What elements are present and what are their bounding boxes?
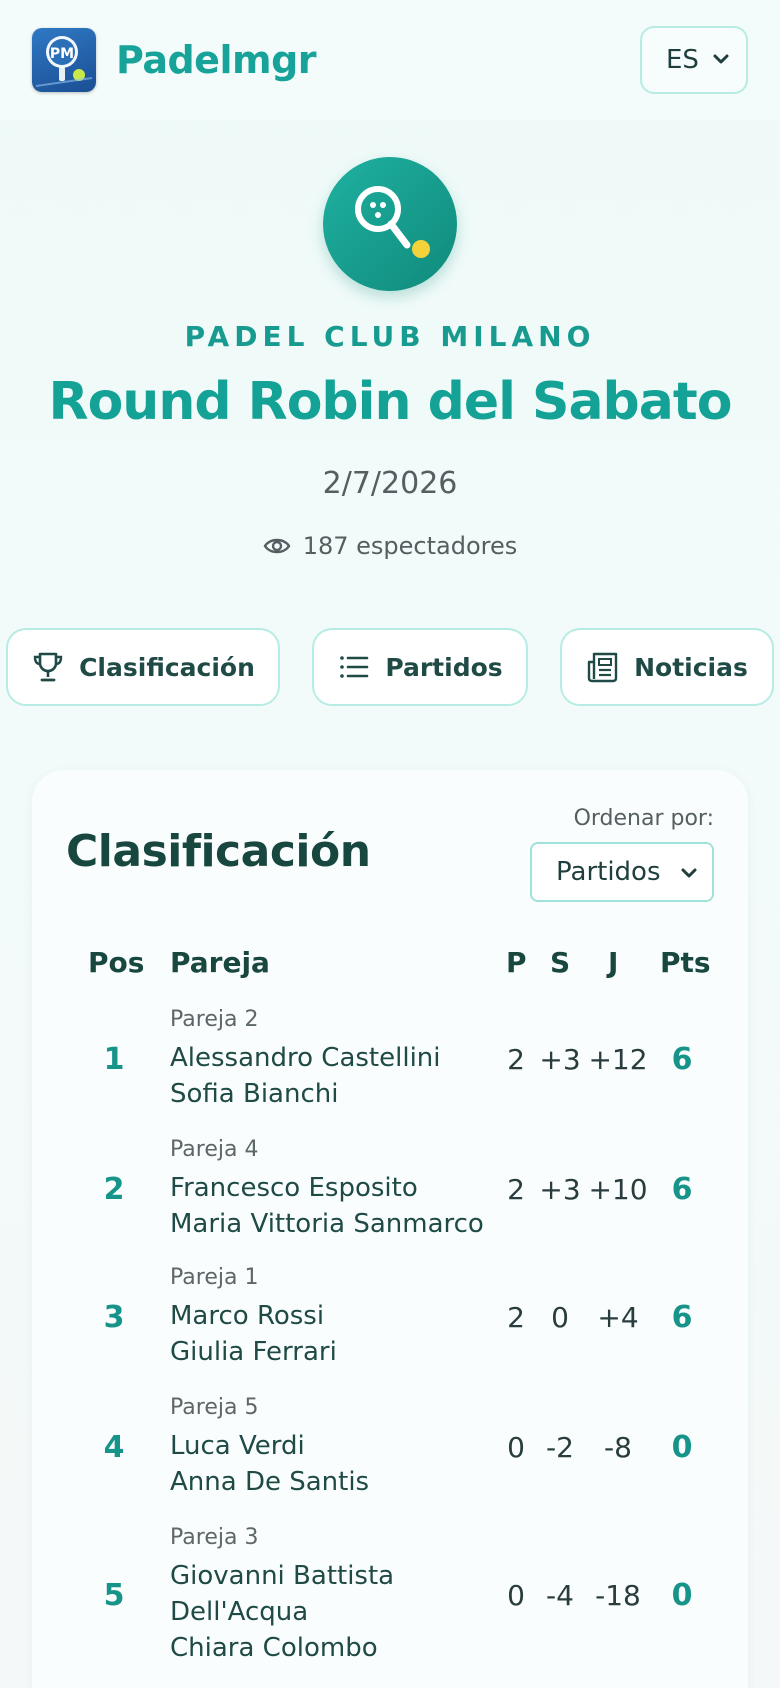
- column-header-pts: Pts: [660, 946, 711, 979]
- club-name: PADEL CLUB MILANO: [184, 320, 596, 353]
- tab-news[interactable]: Noticias: [560, 628, 774, 706]
- points-value: 6: [671, 1172, 693, 1207]
- sets-diff-value: 0: [551, 1301, 569, 1334]
- player-name: Marco Rossi: [170, 1301, 325, 1331]
- sets-diff-value: +3: [539, 1173, 581, 1206]
- viewer-count-text: 187 espectadores: [302, 532, 518, 560]
- sort-select[interactable]: Partidos: [530, 842, 714, 902]
- logo-text: PM: [50, 46, 74, 62]
- player-name: Luca Verdi: [170, 1431, 305, 1461]
- sort-label: Ordenar por:: [573, 806, 714, 831]
- sets-diff-value: -4: [546, 1579, 574, 1612]
- app-name: Padelmgr: [116, 38, 317, 82]
- row-position: 1: [103, 1042, 125, 1077]
- player-name: Giulia Ferrari: [170, 1337, 337, 1367]
- player-name: Giovanni Battista: [170, 1561, 395, 1591]
- viewer-count: 187 espectadores: [0, 532, 780, 560]
- pair-name: Pareja 2: [170, 1007, 259, 1032]
- standings-title: Clasificación: [66, 826, 371, 877]
- tab-matches[interactable]: Partidos: [312, 628, 528, 706]
- list-icon: [340, 656, 369, 678]
- games-diff-value: +4: [597, 1301, 639, 1334]
- pair-name: Pareja 4: [170, 1137, 259, 1162]
- player-name: Sofia Bianchi: [170, 1079, 339, 1109]
- language-select[interactable]: ES: [640, 26, 748, 94]
- points-value: 0: [671, 1578, 693, 1613]
- tab-standings[interactable]: Clasificación: [6, 628, 280, 706]
- row-position: 2: [103, 1172, 125, 1207]
- player-name: Francesco Esposito: [170, 1173, 418, 1203]
- row-position: 5: [103, 1578, 125, 1613]
- games-diff-value: -8: [604, 1431, 632, 1464]
- points-value: 0: [671, 1430, 693, 1465]
- app-logo[interactable]: PM: [32, 28, 96, 92]
- games-diff-value: -18: [595, 1579, 641, 1612]
- pair-name: Pareja 5: [170, 1395, 259, 1420]
- language-value: ES: [666, 45, 699, 75]
- tab-news-label: Noticias: [634, 652, 748, 682]
- tab-standings-label: Clasificación: [79, 652, 255, 682]
- player-name: Anna De Santis: [170, 1467, 370, 1497]
- padel-racket-icon: [355, 186, 430, 258]
- column-header-p: P: [506, 946, 527, 979]
- column-header-pos: Pos: [88, 946, 145, 979]
- sets-diff-value: -2: [546, 1431, 574, 1464]
- sets-diff-value: +3: [539, 1043, 581, 1076]
- player-name: Alessandro Castellini: [170, 1043, 441, 1073]
- row-position: 3: [103, 1300, 125, 1335]
- chevron-down-icon: [681, 868, 697, 878]
- tab-matches-label: Partidos: [385, 652, 503, 682]
- column-header-j: J: [608, 946, 619, 979]
- newspaper-icon: [587, 652, 618, 683]
- games-diff-value: +10: [588, 1173, 648, 1206]
- chevron-down-icon: [713, 54, 729, 64]
- eye-icon: [263, 538, 291, 554]
- row-position: 4: [103, 1430, 125, 1465]
- pair-name: Pareja 1: [170, 1265, 259, 1290]
- tournament-date: 2/7/2026: [322, 466, 458, 501]
- sort-value: Partidos: [556, 857, 661, 887]
- padel-logo-icon: PM: [35, 36, 93, 87]
- padel-racket-badge: [323, 157, 457, 291]
- player-name: Maria Vittoria Sanmarco: [170, 1209, 484, 1239]
- column-header-pair: Pareja: [170, 946, 270, 979]
- tournament-title: Round Robin del Sabato: [48, 372, 733, 432]
- player-name: Chiara Colombo: [170, 1633, 378, 1663]
- player-name: Dell'Acqua: [170, 1597, 309, 1627]
- points-value: 6: [671, 1300, 693, 1335]
- trophy-icon: [33, 652, 63, 682]
- pair-name: Pareja 3: [170, 1525, 259, 1550]
- games-diff-value: +12: [588, 1043, 648, 1076]
- column-header-s: S: [550, 946, 571, 979]
- points-value: 6: [671, 1042, 693, 1077]
